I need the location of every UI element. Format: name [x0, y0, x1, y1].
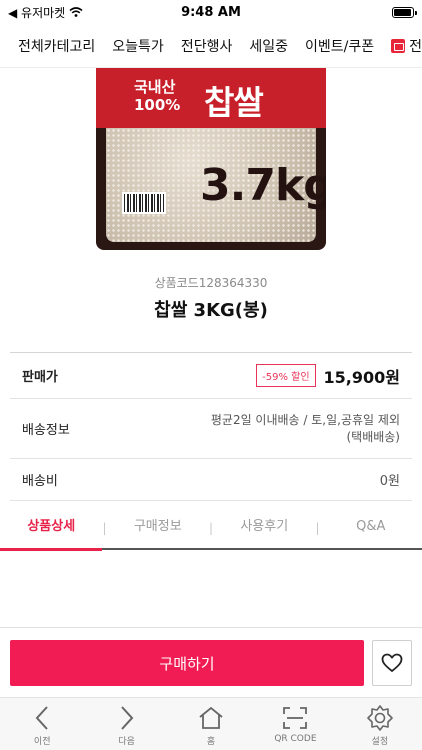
- chevron-right-icon: [113, 704, 141, 732]
- carrier-back-link[interactable]: ◀ 유저마켓: [8, 4, 65, 21]
- shipping-fee-value: 0원: [379, 474, 400, 489]
- status-time: 9:48 AM: [181, 4, 241, 20]
- price-group: -59% 할인 15,900원: [256, 364, 400, 388]
- qr-scan-icon: [281, 704, 309, 732]
- nav-forward-label: 다음: [118, 737, 135, 747]
- nav-forward[interactable]: 다음: [84, 698, 168, 750]
- gear-icon: [366, 704, 394, 732]
- buy-button[interactable]: 구매하기: [10, 640, 364, 686]
- tab-reviews[interactable]: 사용후기: [213, 507, 315, 549]
- bag-name-text: 찹쌀: [204, 83, 264, 122]
- shipping-fee-label: 배송비: [22, 474, 58, 489]
- status-right: [264, 6, 417, 18]
- category-item-on-sale[interactable]: 세일중: [249, 36, 288, 56]
- detail-tabs: 상품상세 | 구매정보 | 사용후기 | Q&A: [0, 507, 422, 551]
- shipping-fee-row: 배송비 0원: [10, 459, 412, 501]
- battery-icon: [392, 6, 417, 18]
- heart-icon: [381, 653, 403, 672]
- product-image: 국내산 100% 찹쌀 3.7kg: [0, 68, 422, 258]
- rice-bag-illustration: 국내산 100% 찹쌀 3.7kg: [96, 68, 326, 250]
- purchase-bar: 구매하기: [0, 627, 422, 697]
- discount-badge: -59% 할인: [256, 364, 316, 387]
- nav-back[interactable]: 이전: [0, 698, 84, 750]
- tab-purchase-info[interactable]: 구매정보: [107, 507, 209, 549]
- shipping-value: 평균2일 이내배송 / 토,일,공휴일 제외 (택배배송): [211, 412, 400, 446]
- chevron-left-icon: [28, 704, 56, 732]
- bag-origin-text: 국내산: [134, 78, 176, 96]
- shipping-line-2: (택배배송): [346, 429, 400, 444]
- shipping-line-1: 평균2일 이내배송 / 토,일,공휴일 제외: [210, 412, 400, 427]
- price-value: 15,900원: [323, 367, 400, 387]
- product-title: 찹쌀 3KG(봉): [154, 300, 268, 321]
- bag-percent-text: 100%: [134, 96, 181, 114]
- bag-weight-text: 3.7kg: [200, 160, 326, 211]
- nav-settings-label: 설정: [371, 737, 389, 747]
- nav-qr-code-label: QR CODE: [274, 734, 317, 744]
- category-nav: 전체카테고리 오늘특가 전단행사 세일중 이벤트/쿠폰 전단: [0, 24, 422, 68]
- home-icon: [197, 704, 225, 732]
- nav-home-label: 홈: [206, 737, 216, 747]
- flyer-icon: [391, 38, 406, 53]
- category-item-today-deal[interactable]: 오늘특가: [112, 36, 164, 56]
- category-item-flyer-label: 전단: [409, 38, 422, 55]
- battery-level: [394, 8, 412, 16]
- product-code: 상품코드128364330: [154, 276, 268, 290]
- nav-back-label: 이전: [33, 737, 51, 747]
- shipping-row: 배송정보 평균2일 이내배송 / 토,일,공휴일 제외 (택배배송): [10, 399, 412, 459]
- category-item-flyer[interactable]: 전단: [391, 36, 422, 56]
- tab-qna[interactable]: Q&A: [320, 507, 422, 549]
- category-item-all[interactable]: 전체카테고리: [18, 36, 95, 56]
- status-left: ◀ 유저마켓: [8, 4, 158, 21]
- category-item-event-coupon[interactable]: 이벤트/쿠폰: [305, 36, 374, 56]
- price-row: 판매가 -59% 할인 15,900원: [10, 353, 412, 399]
- bottom-nav: 이전 다음 홈 QR CODE 설정: [0, 697, 422, 750]
- shipping-label: 배송정보: [22, 423, 70, 438]
- nav-settings[interactable]: 설정: [338, 698, 422, 750]
- wishlist-button[interactable]: [372, 640, 412, 686]
- barcode-icon: [122, 192, 166, 214]
- status-bar: ◀ 유저마켓 9:48 AM: [0, 0, 422, 24]
- product-info-table: 판매가 -59% 할인 15,900원 배송정보 평균2일 이내배송 / 토,일…: [10, 352, 412, 501]
- nav-qr-code[interactable]: QR CODE: [253, 698, 337, 750]
- wifi-icon: [69, 7, 83, 17]
- category-item-flyer-event[interactable]: 전단행사: [181, 36, 233, 56]
- price-label: 판매가: [22, 370, 58, 385]
- tab-product-detail[interactable]: 상품상세: [0, 507, 103, 551]
- nav-home[interactable]: 홈: [169, 698, 253, 750]
